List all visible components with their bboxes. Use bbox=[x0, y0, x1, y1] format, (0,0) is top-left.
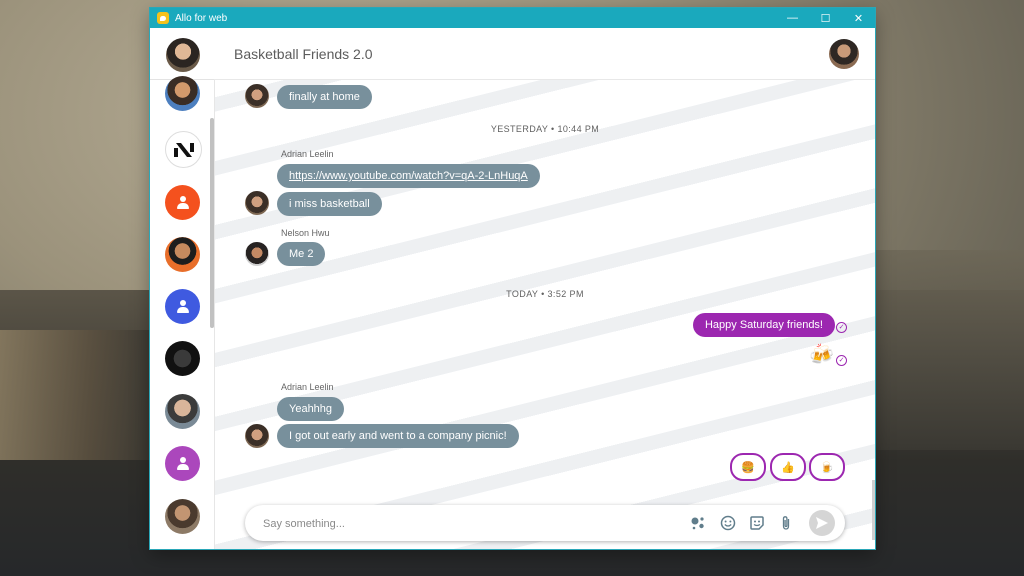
chat-header: Basketball Friends 2.0 bbox=[214, 28, 875, 80]
sender-avatar bbox=[245, 424, 269, 448]
sender-avatar bbox=[245, 84, 269, 108]
allo-app-icon bbox=[157, 12, 169, 24]
title-bar: Allo for web — ☐ ✕ bbox=[150, 8, 875, 28]
sender-name: Adrian Leelin bbox=[281, 382, 334, 392]
window-title: Allo for web bbox=[175, 12, 228, 24]
sender-name: Nelson Hwu bbox=[281, 228, 330, 238]
maximize-button[interactable]: ☐ bbox=[809, 8, 842, 28]
conversation-sidebar bbox=[150, 28, 215, 549]
outgoing-message-bubble: Happy Saturday friends! bbox=[692, 313, 835, 337]
date-divider: TODAY • 3:52 PM bbox=[506, 289, 584, 299]
link-message-bubble[interactable]: https://www.youtube.com/watch?v=qA-2-LnH… bbox=[277, 164, 540, 188]
send-icon bbox=[816, 517, 828, 529]
window-controls: — ☐ ✕ bbox=[776, 8, 875, 28]
conversation-avatar[interactable] bbox=[165, 341, 200, 376]
smart-reply-burger[interactable]: 🍔 bbox=[730, 453, 766, 481]
smart-reply-beer[interactable]: 🍺 bbox=[809, 453, 845, 481]
minimize-button[interactable]: — bbox=[776, 8, 809, 28]
person-icon bbox=[176, 299, 190, 314]
send-button[interactable] bbox=[809, 510, 835, 536]
conversation-avatar[interactable] bbox=[165, 185, 200, 220]
sidebar-scrollbar[interactable] bbox=[210, 118, 214, 328]
person-icon bbox=[176, 456, 190, 471]
message-composer bbox=[245, 505, 845, 541]
conversation-avatar[interactable] bbox=[165, 289, 200, 324]
message-bubble: Me 2 bbox=[277, 242, 326, 266]
my-profile-avatar[interactable] bbox=[166, 38, 200, 72]
conversation-avatar[interactable] bbox=[165, 394, 200, 429]
conversation-avatar[interactable] bbox=[165, 446, 200, 481]
message-input[interactable] bbox=[261, 514, 665, 534]
message-bubble: i miss basketball bbox=[277, 192, 382, 216]
sender-avatar bbox=[245, 191, 269, 215]
close-button[interactable]: ✕ bbox=[842, 8, 875, 28]
date-divider: YESTERDAY • 10:44 PM bbox=[490, 124, 600, 134]
assistant-icon[interactable] bbox=[689, 514, 707, 532]
chat-scrollbar[interactable] bbox=[872, 480, 875, 540]
sender-avatar bbox=[245, 242, 269, 266]
smart-reply-thumbs-up[interactable]: 👍 bbox=[770, 453, 806, 481]
group-avatar[interactable] bbox=[829, 39, 859, 69]
read-receipt-icon: ✓ bbox=[836, 355, 847, 366]
message-bubble: I got out early and went to a company pi… bbox=[277, 424, 519, 448]
conversation-avatar[interactable] bbox=[165, 76, 200, 111]
sticker-icon[interactable] bbox=[748, 514, 766, 532]
message-bubble: finally at home bbox=[277, 85, 372, 109]
message-bubble: Yeahhhg bbox=[277, 397, 345, 421]
beer-sticker: 🍻 bbox=[809, 344, 834, 366]
chat-title: Basketball Friends 2.0 bbox=[234, 45, 373, 62]
person-icon bbox=[176, 195, 190, 210]
verge-logo-icon bbox=[169, 135, 198, 164]
background-painting-building bbox=[0, 330, 150, 460]
sender-name: Adrian Leelin bbox=[281, 149, 334, 159]
read-receipt-icon: ✓ bbox=[836, 322, 847, 333]
background-painting-shore bbox=[875, 250, 1024, 450]
emoji-icon[interactable] bbox=[719, 514, 737, 532]
conversation-avatar[interactable] bbox=[165, 499, 200, 534]
conversation-avatar[interactable] bbox=[165, 237, 200, 272]
app-window: Allo for web — ☐ ✕ Basketball Friends 2.… bbox=[150, 8, 875, 549]
message-list: finally at home YESTERDAY • 10:44 PM Adr… bbox=[215, 80, 875, 549]
attach-icon[interactable] bbox=[777, 514, 795, 532]
conversation-avatar[interactable] bbox=[165, 131, 202, 168]
